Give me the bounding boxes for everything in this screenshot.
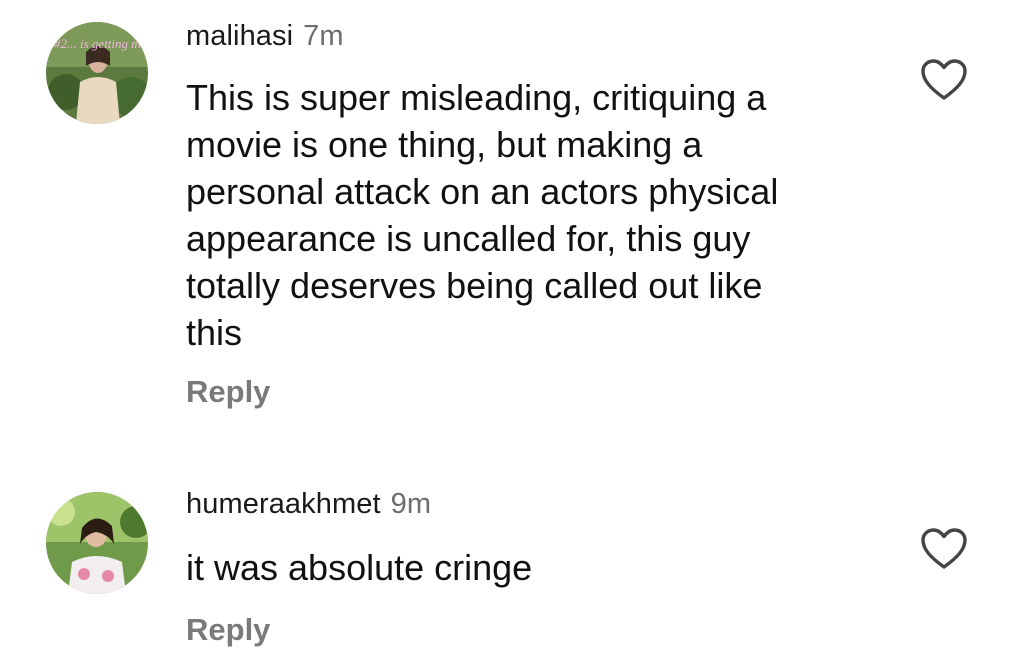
comment-header: humeraakhmet 9m: [186, 488, 431, 521]
avatar-neon-text: #2... is getting married: [54, 36, 148, 51]
comment-line: movie is one thing, but making a: [186, 124, 703, 165]
comment-line: this: [186, 312, 243, 353]
comment-line: personal attack on an actors physical: [186, 171, 779, 212]
comment-text: This is super misleading, critiquing a m…: [186, 74, 866, 356]
username-link[interactable]: humeraakhmet: [186, 488, 381, 520]
avatar-image: #2... is getting married: [46, 22, 148, 124]
reply-button[interactable]: Reply: [186, 374, 270, 410]
comment-line: it was absolute cringe: [186, 547, 533, 588]
comment-text: it was absolute cringe: [186, 544, 866, 591]
comment-line: appearance is uncalled for, this guy: [186, 218, 751, 259]
avatar-image: [46, 492, 148, 594]
avatar[interactable]: #2... is getting married: [46, 22, 148, 124]
comment-line: This is super misleading, critiquing a: [186, 77, 767, 118]
heart-outline-icon[interactable]: [920, 58, 968, 102]
timestamp: 7m: [303, 20, 344, 52]
timestamp: 9m: [390, 488, 432, 520]
comment-header: malihasi 7m: [186, 20, 344, 53]
comment-line: totally deserves being called out like: [186, 265, 763, 306]
avatar[interactable]: [46, 492, 148, 594]
heart-outline-icon[interactable]: [920, 527, 968, 571]
reply-button[interactable]: Reply: [186, 612, 270, 648]
username-link[interactable]: malihasi: [186, 20, 293, 52]
